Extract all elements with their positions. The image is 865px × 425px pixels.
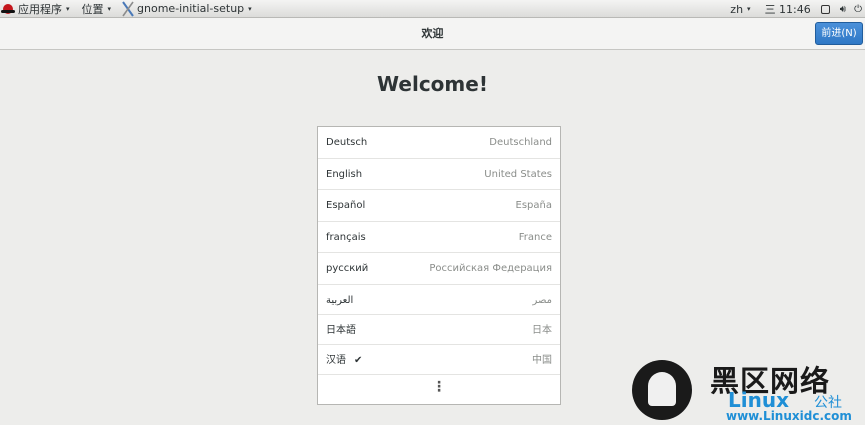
language-region: مصر (532, 294, 552, 306)
language-name: 汉语 (326, 354, 346, 366)
tux-logo-icon (632, 360, 692, 420)
language-region: Российская Федерация (429, 263, 552, 274)
chevron-down-icon: ▾ (107, 4, 112, 13)
top-panel: 应用程序 ▾ 位置 ▾ gnome-initial-setup ▾ zh ▾ 三… (0, 0, 865, 18)
next-button[interactable]: 前进(N) (815, 22, 863, 45)
language-region: España (515, 200, 552, 211)
chevron-down-icon: ▾ (747, 5, 751, 13)
header-bar: 欢迎 前进(N) (0, 18, 865, 50)
input-language-label: zh (730, 2, 744, 16)
language-name: français (326, 231, 366, 243)
language-row-russian[interactable]: русский Российская Федерация (318, 253, 560, 285)
chevron-down-icon: ▾ (248, 4, 252, 13)
language-region: France (518, 231, 552, 243)
language-name: English (326, 168, 363, 180)
status-area: zh ▾ 三 11:46 🔊︎ ⏻ (726, 0, 865, 18)
language-name: العربية (326, 294, 354, 306)
language-region: Deutschland (489, 137, 552, 148)
accessibility-icon[interactable] (820, 4, 830, 14)
places-label: 位置 (81, 2, 104, 16)
language-region: United States (484, 168, 552, 180)
chevron-down-icon: ▾ (66, 4, 70, 13)
watermark-logo: 黑区网络 Linux 公社 www.Linuxidc.com (630, 358, 865, 425)
language-region: 日本 (532, 324, 552, 336)
watermark-site-text: www.Linuxidc.com (726, 409, 852, 423)
language-name: Español (326, 200, 366, 211)
settings-tool-icon (122, 0, 134, 17)
page-title: 欢迎 (421, 27, 444, 40)
more-languages-button[interactable]: ⋮ (318, 375, 560, 401)
language-region: 中国 (532, 354, 552, 366)
clock-label: 三 11:46 (764, 3, 811, 16)
app-menu[interactable]: gnome-initial-setup ▾ (117, 0, 256, 18)
app-name-label: gnome-initial-setup (137, 2, 245, 15)
language-row-francais[interactable]: français France (318, 222, 560, 253)
language-row-arabic[interactable]: العربية مصر (318, 285, 560, 315)
applications-menu[interactable]: 应用程序 ▾ (0, 0, 74, 18)
redhat-logo-icon (1, 3, 15, 14)
language-name: русский (326, 263, 369, 274)
applications-label: 应用程序 (18, 2, 62, 16)
language-row-espanol[interactable]: Español España (318, 190, 560, 222)
language-row-english[interactable]: English United States (318, 159, 560, 190)
places-menu[interactable]: 位置 ▾ (78, 0, 116, 18)
input-method-menu[interactable]: zh ▾ (726, 0, 754, 18)
language-row-chinese[interactable]: 汉语 ✔ 中国 (318, 345, 560, 375)
language-name: 日本語 (326, 324, 356, 336)
language-row-deutsch[interactable]: Deutsch Deutschland (318, 127, 560, 159)
clock[interactable]: 三 11:46 (761, 0, 815, 18)
power-icon[interactable]: ⏻ (854, 4, 862, 15)
language-list: Deutsch Deutschland English United State… (317, 126, 561, 405)
welcome-heading: Welcome! (377, 72, 488, 96)
volume-icon[interactable]: 🔊︎ (840, 4, 846, 15)
checkmark-icon: ✔ (354, 354, 363, 366)
language-row-japanese[interactable]: 日本語 日本 (318, 315, 560, 345)
language-name: Deutsch (326, 137, 368, 148)
